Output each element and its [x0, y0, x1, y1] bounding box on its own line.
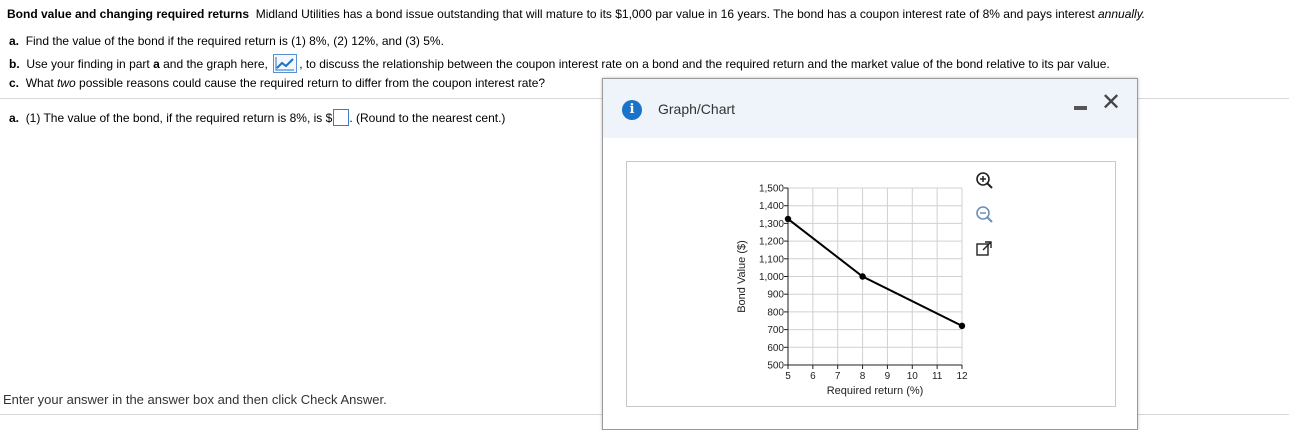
y-tick-label: 800 [767, 307, 784, 318]
problem-title: Bond value and changing required returns [7, 7, 250, 21]
part-a-label: a. [9, 34, 20, 48]
part-c-post: possible reasons could cause the require… [75, 76, 546, 90]
x-tick-label: 11 [932, 371, 943, 382]
minimize-icon[interactable] [1074, 106, 1087, 110]
y-tick-label: 500 [767, 361, 784, 372]
chart-frame: 500 600 700 800 900 1,000 1,100 1,200 1,300 1,400… [626, 161, 1116, 407]
open-external-icon[interactable] [974, 239, 994, 259]
y-tick-label: 1,100 [759, 254, 784, 265]
zoom-out-icon[interactable] [974, 204, 994, 224]
part-b-mid: and the graph here, [159, 57, 272, 71]
y-tick-label: 1,200 [759, 237, 784, 248]
part-c: c. What two possible reasons could cause… [9, 76, 545, 90]
y-tick-label: 700 [767, 325, 784, 336]
x-tick-label: 7 [835, 371, 841, 382]
close-icon[interactable]: ✕ [1100, 89, 1122, 115]
part-a-text: Find the value of the bond if the requir… [25, 34, 444, 48]
popup-title: Graph/Chart [658, 101, 736, 117]
graph-link-icon[interactable] [273, 54, 298, 73]
problem-text: Midland Utilities has a bond issue outst… [255, 7, 1098, 21]
x-tick-label: 8 [860, 371, 866, 382]
y-tick-label: 900 [767, 290, 784, 301]
info-icon: i [622, 100, 642, 120]
zoom-in-icon[interactable] [974, 170, 994, 190]
part-b-pre: Use your finding in part [26, 57, 154, 71]
popup-header[interactable]: i Graph/Chart ✕ [603, 79, 1137, 138]
part-c-pre: What [25, 76, 58, 90]
y-tick-label: 600 [767, 343, 784, 354]
x-tick-label: 10 [907, 371, 919, 382]
data-point [859, 273, 866, 280]
part-b: b. Use your finding in part a and the gr… [9, 54, 1110, 73]
problem-emphasis: annually. [1098, 7, 1146, 21]
answer-row: a. (1) The value of the bond, if the req… [9, 109, 505, 126]
series-line [787, 218, 963, 327]
answer-prompt: (1) The value of the bond, if the requir… [25, 111, 333, 125]
part-c-label: c. [9, 76, 20, 90]
x-tick-label: 9 [885, 371, 891, 382]
problem-statement: Bond value and changing required returns… [7, 6, 1282, 22]
answer-label: a. [9, 111, 20, 125]
x-tick-label: 6 [810, 371, 816, 382]
y-tick-label: 1,300 [759, 219, 784, 230]
part-b-bold: a [153, 57, 160, 71]
data-point [784, 215, 792, 223]
bond-value-chart: 500 600 700 800 900 1,000 1,100 1,200 1,300 1,400… [736, 184, 968, 398]
answer-hint: . (Round to the nearest cent.) [349, 111, 506, 125]
part-b-label: b. [9, 57, 20, 71]
part-a: a. Find the value of the bond if the req… [9, 34, 444, 48]
instructions-text: Enter your answer in the answer box and … [3, 392, 387, 407]
y-tick-label: 1,000 [759, 272, 784, 283]
x-tick-label: 12 [956, 371, 968, 382]
x-axis-label: Required return (%) [827, 385, 924, 397]
y-tick-label: 1,500 [759, 184, 784, 195]
data-point [958, 322, 966, 330]
y-axis-label: Bond Value ($) [736, 240, 748, 313]
x-tick-label: 5 [785, 371, 791, 382]
part-b-post: , to discuss the relationship between th… [299, 57, 1110, 71]
part-c-emphasis: two [57, 76, 76, 90]
graph-popup: i Graph/Chart ✕ 500 600 700 800 900 1,000 1,10… [602, 78, 1138, 430]
answer-input[interactable] [333, 109, 350, 126]
y-tick-label: 1,400 [759, 201, 784, 212]
